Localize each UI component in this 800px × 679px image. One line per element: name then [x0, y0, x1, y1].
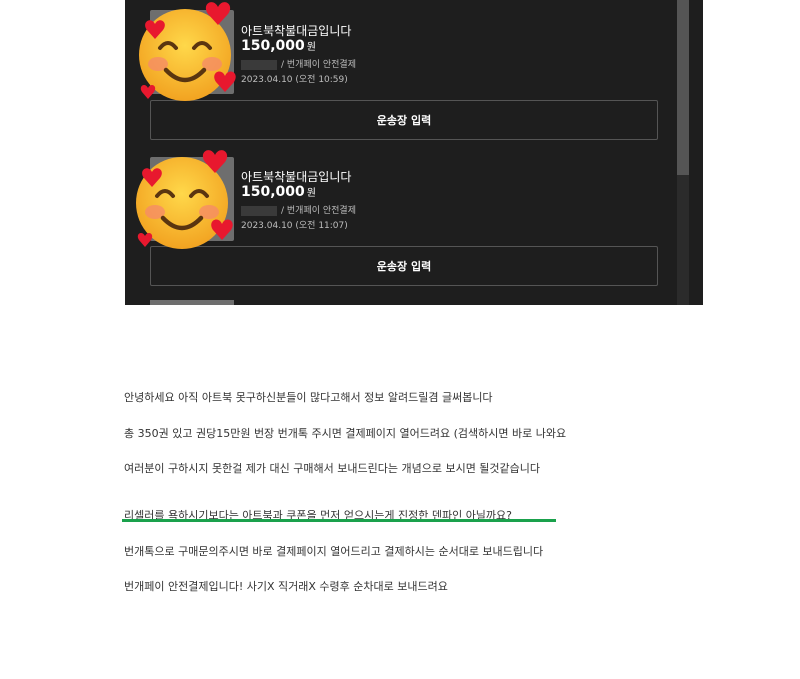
price-value: 150,000 [241, 184, 305, 200]
order-date: 2023.04.10 (오전 10:59) [241, 75, 348, 85]
post-text-line: 안녕하세요 아직 아트북 못구하신분들이 많다고해서 정보 알려드릴겸 글써봅니… [124, 391, 493, 404]
order-title: 아트북착불대금입니다 [241, 24, 352, 38]
post-text-line: 총 350권 있고 권당15만원 번장 번개톡 주시면 결제페이지 열어드려요 … [124, 427, 567, 440]
order-price: 150,000 원 [241, 184, 316, 200]
buyer-payment-info: / 번개페이 안전결제 [241, 57, 356, 70]
blurred-buyer-name [241, 205, 277, 216]
order-date: 2023.04.10 (오전 11:07) [241, 221, 348, 231]
order-title: 아트북착불대금입니다 [241, 170, 352, 184]
scrollbar[interactable] [677, 0, 689, 305]
post-text-line: 번개톡으로 구매문의주시면 바로 결제페이지 열어드리고 결제하시는 순서대로 … [124, 545, 544, 558]
product-thumbnail[interactable] [150, 300, 234, 305]
post-text-line: 여러분이 구하시지 못한걸 제가 대신 구매해서 보내드린다는 개념으로 보시면… [124, 462, 541, 475]
payment-method: / 번개페이 안전결제 [281, 60, 356, 70]
scrollbar-thumb[interactable] [677, 0, 689, 175]
smiling-face-with-hearts-icon [136, 150, 233, 249]
post-text-line: 번개페이 안전결제입니다! 사기X 직거래X 수령후 순차대로 보내드려요 [124, 580, 448, 593]
smiling-face-with-hearts-icon [139, 2, 236, 101]
buyer-payment-info: / 번개페이 안전결제 [241, 203, 356, 216]
blurred-buyer-name [241, 59, 277, 70]
enter-tracking-button[interactable]: 운송장 입력 [150, 100, 658, 140]
green-underline [122, 519, 556, 522]
price-currency: 원 [306, 42, 316, 53]
price-currency: 원 [306, 188, 316, 199]
price-value: 150,000 [241, 38, 305, 54]
payment-method: / 번개페이 안전결제 [281, 206, 356, 216]
order-price: 150,000 원 [241, 38, 316, 54]
